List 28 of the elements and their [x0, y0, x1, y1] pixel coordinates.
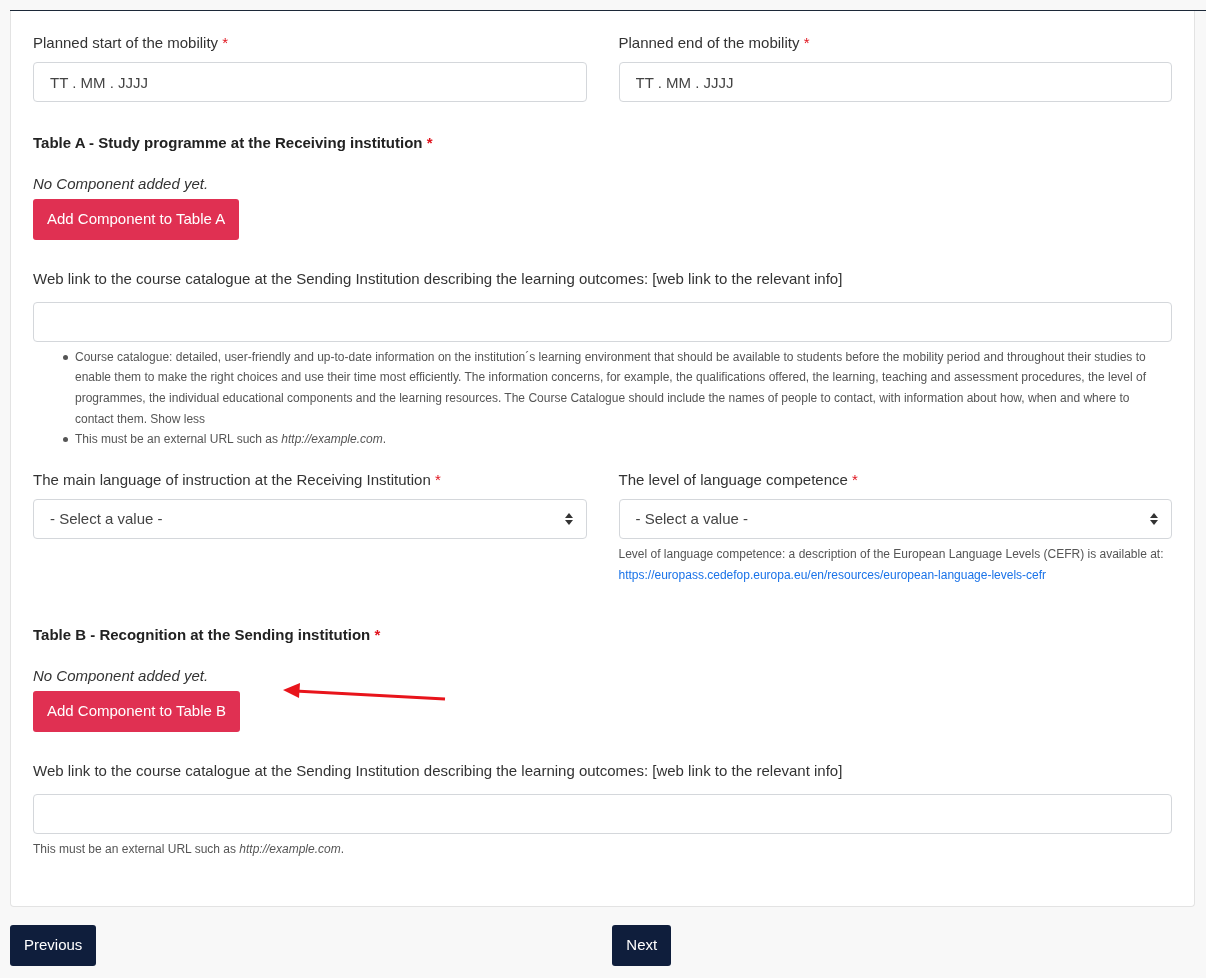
field-label: Planned end of the mobility *: [618, 33, 811, 53]
field-label: Web link to the course catalogue at the Sending Institution describing the learning outcomes: [web link to the relevant info]: [33, 760, 844, 781]
previous-button[interactable]: Previous: [10, 925, 97, 966]
field-label: Web link to the course catalogue at the Sending Institution describing the learning outcomes: [web link to the relevant info]: [33, 268, 844, 289]
bullet-icon: [63, 437, 68, 443]
bullet-icon: [63, 354, 68, 360]
date-field[interactable]: TT . MM . JJJJ: [33, 62, 587, 102]
sort-icon: [1150, 513, 1158, 525]
empty-note: No Component added yet.: [33, 665, 210, 686]
url-field[interactable]: [33, 793, 1172, 834]
next-button[interactable]: Next: [612, 925, 672, 966]
help-text: Level of language competence: a description of the European Language Levels (CEFR) is available at:: [618, 547, 1164, 561]
url-field[interactable]: [33, 301, 1172, 342]
help-text: This must be an external URL such as http://example.com.: [75, 431, 387, 449]
field-label: Planned start of the mobility *: [33, 33, 230, 53]
cefr-link[interactable]: https://europass.cedefop.europa.eu/en/resources/european-language-levels-cefr: [618, 567, 1047, 582]
field-label: The main language of instruction at the Receiving Institution *: [33, 470, 442, 490]
date-field[interactable]: TT . MM . JJJJ: [618, 62, 1172, 102]
add-component-button[interactable]: Add Component to Table A: [33, 198, 240, 240]
section-heading: Table B - Recognition at the Sending institution *: [33, 625, 382, 645]
field-label: The level of language competence *: [618, 470, 859, 490]
select-field[interactable]: - Select a value -: [33, 499, 587, 539]
empty-note: No Component added yet.: [33, 173, 210, 194]
help-text: This must be an external URL such as http://example.com.: [33, 840, 346, 858]
add-component-button[interactable]: Add Component to Table B: [33, 690, 240, 732]
section-heading: Table A - Study programme at the Receiving institution *: [33, 133, 434, 153]
sort-icon: [564, 513, 573, 525]
select-field[interactable]: - Select a value -: [618, 499, 1172, 539]
